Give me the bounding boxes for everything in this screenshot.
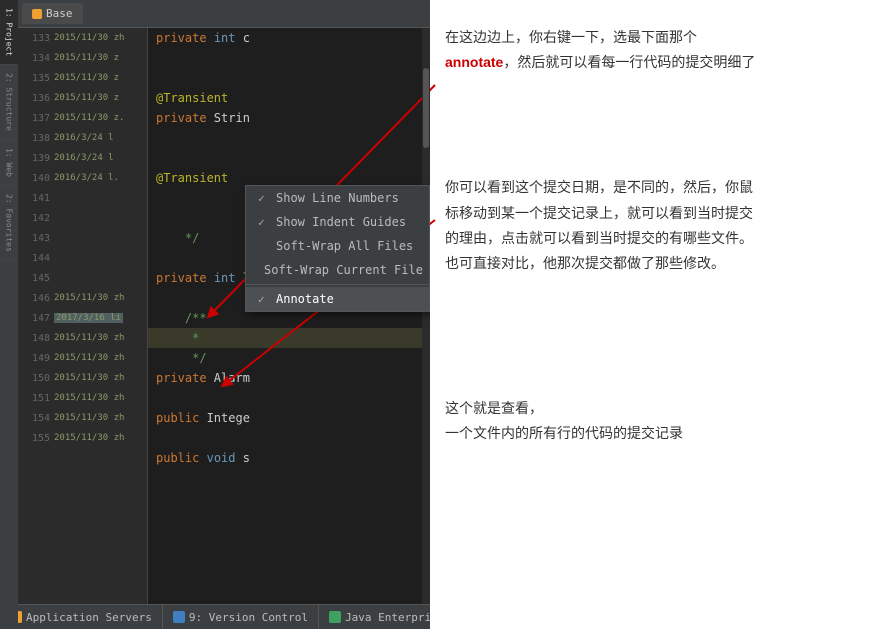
vertical-tabs: 1: Project 2: Structure 1: Web 2: Favori… (0, 0, 18, 629)
gutter-row: 1542015/11/30 zh (18, 408, 147, 428)
menu-separator (246, 284, 429, 285)
annotation-area: 在这边边上，你右键一下，选最下面那个annotate，然后就可以看每一行代码的提… (430, 0, 873, 629)
scrollbar-thumb[interactable] (423, 68, 429, 148)
annotation-text-3: 这个就是查看，一个文件内的所有行的代码的提交记录 (445, 396, 858, 446)
menu-item-soft-wrap-all[interactable]: Soft-Wrap All Files (246, 234, 429, 258)
code-row (148, 148, 430, 168)
menu-item-soft-wrap-current[interactable]: Soft-Wrap Current File (246, 258, 429, 282)
code-row: private Alarm (148, 368, 430, 388)
version-control-icon (173, 611, 185, 623)
annotation-text-1: 在这边边上，你右键一下，选最下面那个annotate，然后就可以看每一行代码的提… (445, 25, 858, 75)
annotate-highlight: annotate (445, 54, 503, 70)
gutter-row: 1392016/3/24 l (18, 148, 147, 168)
checkmark-icon (258, 293, 270, 306)
vtab-project[interactable]: 1: Project (0, 0, 18, 65)
vtab-favorites[interactable]: 2: Favorites (0, 186, 18, 261)
menu-item-show-indent-guides[interactable]: Show Indent Guides (246, 210, 429, 234)
annotation-block-1: 在这边边上，你右键一下，选最下面那个annotate，然后就可以看每一行代码的提… (445, 25, 858, 75)
menu-item-label: Soft-Wrap All Files (276, 239, 413, 253)
annotation-block-3: 这个就是查看，一个文件内的所有行的代码的提交记录 (445, 396, 858, 446)
gutter-row: 1552015/11/30 zh (18, 428, 147, 448)
annotation-block-2: 你可以看到这个提交日期，是不同的，然后，你鼠标移动到某一个提交记录上，就可以看到… (445, 175, 858, 276)
gutter-row: 1492015/11/30 zh (18, 348, 147, 368)
menu-item-show-line-numbers[interactable]: Show Line Numbers (246, 186, 429, 210)
checkmark-icon (258, 216, 270, 229)
gutter-row: 1402016/3/24 l. (18, 168, 147, 188)
code-row (148, 48, 430, 68)
menu-item-label: Annotate (276, 292, 334, 306)
gutter-row: 1482015/11/30 zh (18, 328, 147, 348)
code-row (148, 68, 430, 88)
checkmark-icon (258, 192, 270, 205)
gutter-row: 1502015/11/30 zh (18, 368, 147, 388)
bottom-tab-label: 9: Version Control (189, 611, 308, 624)
gutter-row: 1342015/11/30 z (18, 48, 147, 68)
code-row: private Strin (148, 108, 430, 128)
gutter-row: 1382016/3/24 l (18, 128, 147, 148)
gutter-row: 142 (18, 208, 147, 228)
menu-item-label: Show Line Numbers (276, 191, 399, 205)
code-row: */ (148, 348, 430, 368)
menu-item-label: Show Indent Guides (276, 215, 406, 229)
code-row: * (148, 328, 430, 348)
bottom-tab-label: Java Enterprise (345, 611, 430, 624)
gutter-row: 141 (18, 188, 147, 208)
gutter-row: 1512015/11/30 zh (18, 388, 147, 408)
gutter-row: 1352015/11/30 z (18, 68, 147, 88)
scrollbar-track[interactable] (422, 28, 430, 604)
code-row: public Intege (148, 408, 430, 428)
bottom-tab-label: Application Servers (26, 611, 152, 624)
ide-container: 1: Project 2: Structure 1: Web 2: Favori… (0, 0, 430, 629)
arrow-overlay (430, 0, 873, 629)
active-tab[interactable]: Base (22, 3, 83, 24)
tabs-bar: Base (18, 0, 430, 28)
code-row (148, 428, 430, 448)
menu-item-annotate[interactable]: Annotate (246, 287, 429, 311)
menu-item-label: Soft-Wrap Current File (264, 263, 423, 277)
code-row: private int c (148, 28, 430, 48)
bottom-bar: Application Servers 9: Version Control J… (0, 604, 430, 629)
code-row (148, 128, 430, 148)
code-row: @Transient (148, 88, 430, 108)
bottom-tab-java-enterprise[interactable]: Java Enterprise (319, 605, 430, 629)
code-area: private int c @Transient private Strin @… (148, 28, 430, 604)
java-enterprise-icon (329, 611, 341, 623)
gutter-row: 1462015/11/30 zh (18, 288, 147, 308)
editor-area: 1332015/11/30 zh 1342015/11/30 z 1352015… (18, 28, 430, 604)
gutter: 1332015/11/30 zh 1342015/11/30 z 1352015… (18, 28, 148, 604)
vtab-web[interactable]: 1: Web (0, 140, 18, 186)
annotation-text-2: 你可以看到这个提交日期，是不同的，然后，你鼠标移动到某一个提交记录上，就可以看到… (445, 175, 858, 276)
gutter-row: 143 (18, 228, 147, 248)
vtab-structure[interactable]: 2: Structure (0, 65, 18, 140)
bottom-tab-version-control[interactable]: 9: Version Control (163, 605, 319, 629)
tab-icon (32, 9, 42, 19)
context-menu: Show Line Numbers Show Indent Guides Sof… (245, 185, 430, 312)
gutter-row: 1372015/11/30 z. (18, 108, 147, 128)
gutter-row: 144 (18, 248, 147, 268)
code-row (148, 388, 430, 408)
gutter-row: 145 (18, 268, 147, 288)
gutter-row: 1332015/11/30 zh (18, 28, 147, 48)
code-row: public void s (148, 448, 430, 468)
tab-label: Base (46, 7, 73, 20)
gutter-row: 1362015/11/30 z (18, 88, 147, 108)
bottom-tab-app-servers[interactable]: Application Servers (0, 605, 163, 629)
gutter-row-highlighted: 1472017/3/16 li (18, 308, 147, 328)
